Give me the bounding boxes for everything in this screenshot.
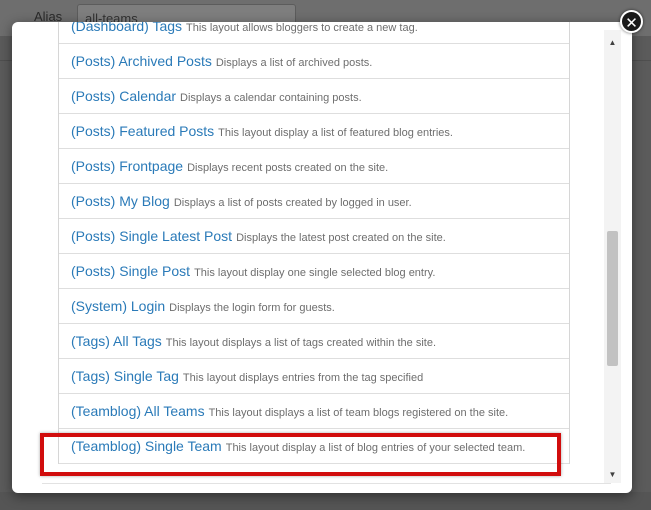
layout-item-name[interactable]: (Teamblog) Single Team [71,438,222,454]
layout-item[interactable]: (Tags) Single Tag This layout displays en… [59,359,569,394]
layout-item-name[interactable]: (Dashboard) Tags [71,22,182,34]
layout-item[interactable]: (Teamblog) Single Team This layout displa… [59,429,569,464]
background-footer [0,492,651,510]
layout-item-description: Displays the latest post created on the … [236,232,446,244]
layout-item[interactable]: (Tags) All Tags This layout displays a li… [59,324,569,359]
layout-item-name[interactable]: (Posts) Archived Posts [71,53,212,69]
layout-item[interactable]: (System) Login Displays the login form fo… [59,289,569,324]
layout-item-description: Displays the login form for guests. [169,302,335,314]
list-bottom-divider [42,483,611,484]
scrollbar[interactable]: ▲ ▼ [604,30,621,483]
layout-item-description: Displays a list of archived posts. [215,57,373,69]
layout-item-description: This layout display a list of featured b… [218,127,453,139]
layout-item[interactable]: (Dashboard) Tags This layout allows blogg… [59,22,569,44]
layout-item[interactable]: (Posts) Calendar Displays a calendar cont… [59,79,569,114]
layout-item-description: This layout displays a list of tags crea… [165,337,437,349]
layout-list-viewport: (Dashboard) Tags This layout allows blogg… [42,22,611,483]
layout-item-description: This layout display a list of blog entri… [225,442,526,454]
layout-item-name[interactable]: (Posts) Featured Posts [71,123,214,139]
layout-item[interactable]: (Posts) Featured Posts This layout displa… [59,114,569,149]
layout-item-description: This layout displays a list of team blog… [208,407,509,419]
layout-item-name[interactable]: (Posts) Single Latest Post [71,228,232,244]
layout-item-name[interactable]: (System) Login [71,298,165,314]
layout-item[interactable]: (Posts) Single Post This layout display o… [59,254,569,289]
layout-item-description: Displays recent posts created on the sit… [187,162,389,174]
layout-item[interactable]: (Posts) My Blog Displays a list of posts … [59,184,569,219]
layout-item-name[interactable]: (Tags) All Tags [71,333,162,349]
layout-item-description: This layout displays entries from the ta… [182,372,424,384]
close-icon[interactable]: ✕ [620,10,643,33]
layout-item-name[interactable]: (Posts) Single Post [71,263,190,279]
layout-item-description: This layout allows bloggers to create a … [186,22,418,34]
layout-list: (Dashboard) Tags This layout allows blogg… [58,22,570,464]
layout-item-name[interactable]: (Posts) Frontpage [71,158,183,174]
scroll-thumb[interactable] [607,231,618,366]
layout-item-name[interactable]: (Posts) My Blog [71,193,170,209]
layout-item[interactable]: (Teamblog) All Teams This layout displays… [59,394,569,429]
layout-picker-modal: (Dashboard) Tags This layout allows blogg… [12,22,632,493]
scroll-down-arrow-icon[interactable]: ▼ [604,466,621,483]
layout-item-name[interactable]: (Tags) Single Tag [71,368,179,384]
layout-item-description: This layout display one single selected … [194,267,436,279]
layout-item-name[interactable]: (Posts) Calendar [71,88,176,104]
layout-item[interactable]: (Posts) Archived Posts Displays a list of… [59,44,569,79]
layout-item[interactable]: (Posts) Frontpage Displays recent posts c… [59,149,569,184]
layout-item-description: Displays a calendar containing posts. [180,92,362,104]
layout-item[interactable]: (Posts) Single Latest Post Displays the l… [59,219,569,254]
layout-item-description: Displays a list of posts created by logg… [173,197,412,209]
scroll-up-arrow-icon[interactable]: ▲ [604,34,621,51]
layout-item-name[interactable]: (Teamblog) All Teams [71,403,205,419]
